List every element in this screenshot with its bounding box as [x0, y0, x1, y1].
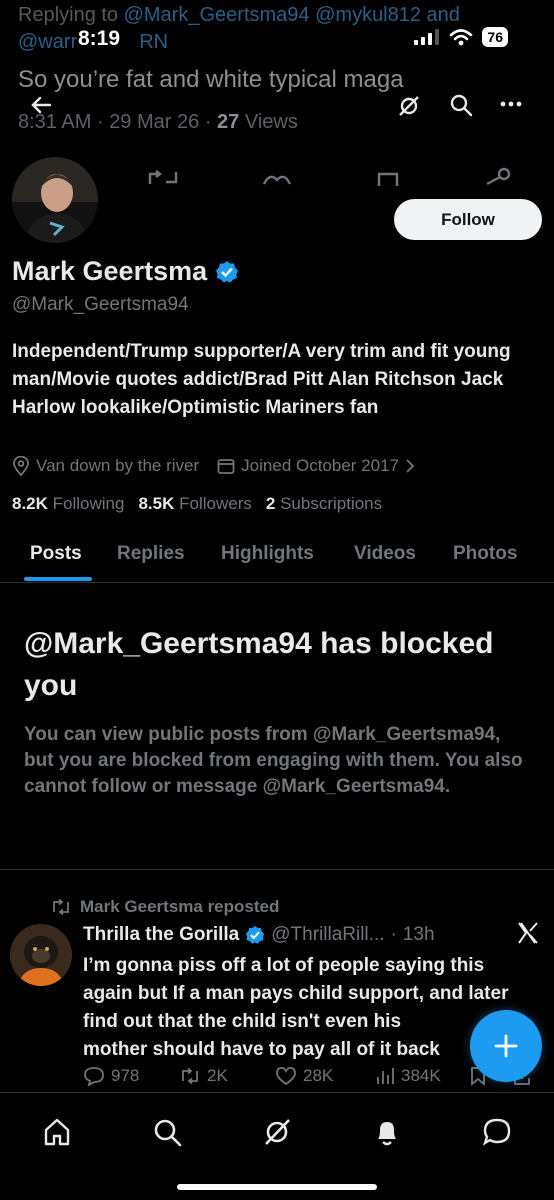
blocked-description: You can view public posts from @Mark_Gee…: [24, 724, 523, 797]
search-icon[interactable]: [449, 93, 473, 117]
tweet-header: Thrilla the Gorilla @ThrillaRill... · 13…: [83, 924, 435, 946]
retweet-icon: [182, 1068, 198, 1084]
tabs-divider: [0, 582, 554, 583]
profile-handle: @Mark_Geertsma94: [12, 294, 189, 315]
subscriptions-link[interactable]: 2 Subscriptions: [266, 494, 382, 514]
ghost-retweet-icon: [148, 170, 178, 184]
x-logo-icon: [518, 922, 538, 944]
tab-posts[interactable]: Posts: [30, 543, 82, 565]
ghost-share-icon: [486, 167, 511, 186]
ghost-bookmark-icon: [377, 172, 399, 186]
profile-name: Mark Geertsma: [12, 256, 239, 287]
chevron-right-icon[interactable]: [405, 459, 415, 473]
tweet-author-avatar[interactable]: [10, 924, 72, 986]
tweet-age: 13h: [402, 924, 435, 945]
follow-button[interactable]: Follow: [394, 199, 542, 240]
tweet-author-handle[interactable]: @ThrillaRill...: [271, 924, 384, 946]
like-action[interactable]: 28K: [275, 1066, 333, 1086]
background-tweet-text: So you’re fat and white typical maga: [18, 66, 404, 93]
home-indicator: [177, 1184, 377, 1190]
wifi-icon: [450, 29, 473, 46]
plus-icon: [494, 1034, 518, 1058]
tab-photos[interactable]: Photos: [453, 543, 517, 565]
reply-action[interactable]: 978: [83, 1066, 139, 1086]
tab-videos[interactable]: Videos: [354, 543, 416, 565]
profile-bio: Independent/Trump supporter/A very trim …: [12, 341, 511, 418]
section-divider: [0, 869, 554, 870]
repost-indicator: Mark Geertsma reposted: [50, 897, 279, 917]
tab-highlights[interactable]: Highlights: [221, 543, 314, 565]
notifications-bell-icon[interactable]: [372, 1117, 402, 1147]
location-icon: [13, 456, 29, 476]
blocked-title: @Mark_Geertsma94 has blocked you: [24, 627, 494, 702]
calendar-icon: [217, 459, 235, 474]
compose-button[interactable]: [470, 1010, 542, 1082]
repost-action[interactable]: 2K: [179, 1066, 228, 1086]
ghost-heart-icon: [262, 175, 292, 185]
tweet-text: I’m gonna piss off a lot of people sayin…: [83, 955, 509, 1060]
battery-indicator: 76: [482, 27, 508, 47]
explore-search-icon[interactable]: [152, 1117, 182, 1147]
reply-icon: [84, 1067, 104, 1086]
profile-location: Van down by the river: [36, 456, 200, 475]
profile-avatar[interactable]: [10, 155, 100, 245]
profile-joined: Joined October 2017: [241, 456, 400, 475]
tab-replies[interactable]: Replies: [117, 543, 185, 565]
signal-icon: [414, 29, 440, 45]
messages-icon[interactable]: [482, 1117, 512, 1147]
views-action[interactable]: 384K: [375, 1066, 441, 1086]
profile-counts: 8.2K Following 8.5K Followers 2 Subscrip…: [12, 494, 382, 514]
profile-tabs: Posts Replies Highlights Videos Photos: [0, 531, 554, 583]
home-icon[interactable]: [42, 1117, 72, 1147]
profile-meta: Van down by the river Joined October 201…: [12, 456, 415, 476]
back-arrow-icon[interactable]: [30, 95, 52, 115]
status-time: 8:19: [78, 27, 121, 50]
heart-icon: [276, 1066, 296, 1086]
active-tab-indicator: [24, 577, 92, 581]
reply-mentions[interactable]: @Mark_Geertsma94 @mykul812 and: [124, 4, 460, 26]
status-icons: 76: [414, 27, 508, 47]
repost-icon: [53, 899, 69, 915]
background-tweet-meta: 8:31 AM · 29 Mar 26 · 27 Views: [18, 111, 298, 133]
following-link[interactable]: 8.2K Following: [12, 494, 124, 514]
tweet-verified-badge-icon: [246, 925, 265, 944]
more-options-icon[interactable]: [500, 101, 522, 107]
views-icon: [377, 1068, 394, 1084]
followers-link[interactable]: 8.5K Followers: [138, 494, 251, 514]
grok-icon[interactable]: [397, 94, 421, 118]
grok-nav-icon[interactable]: [262, 1117, 292, 1147]
verified-badge-icon: [216, 260, 239, 282]
tweet-author-name[interactable]: Thrilla the Gorilla: [83, 924, 239, 946]
